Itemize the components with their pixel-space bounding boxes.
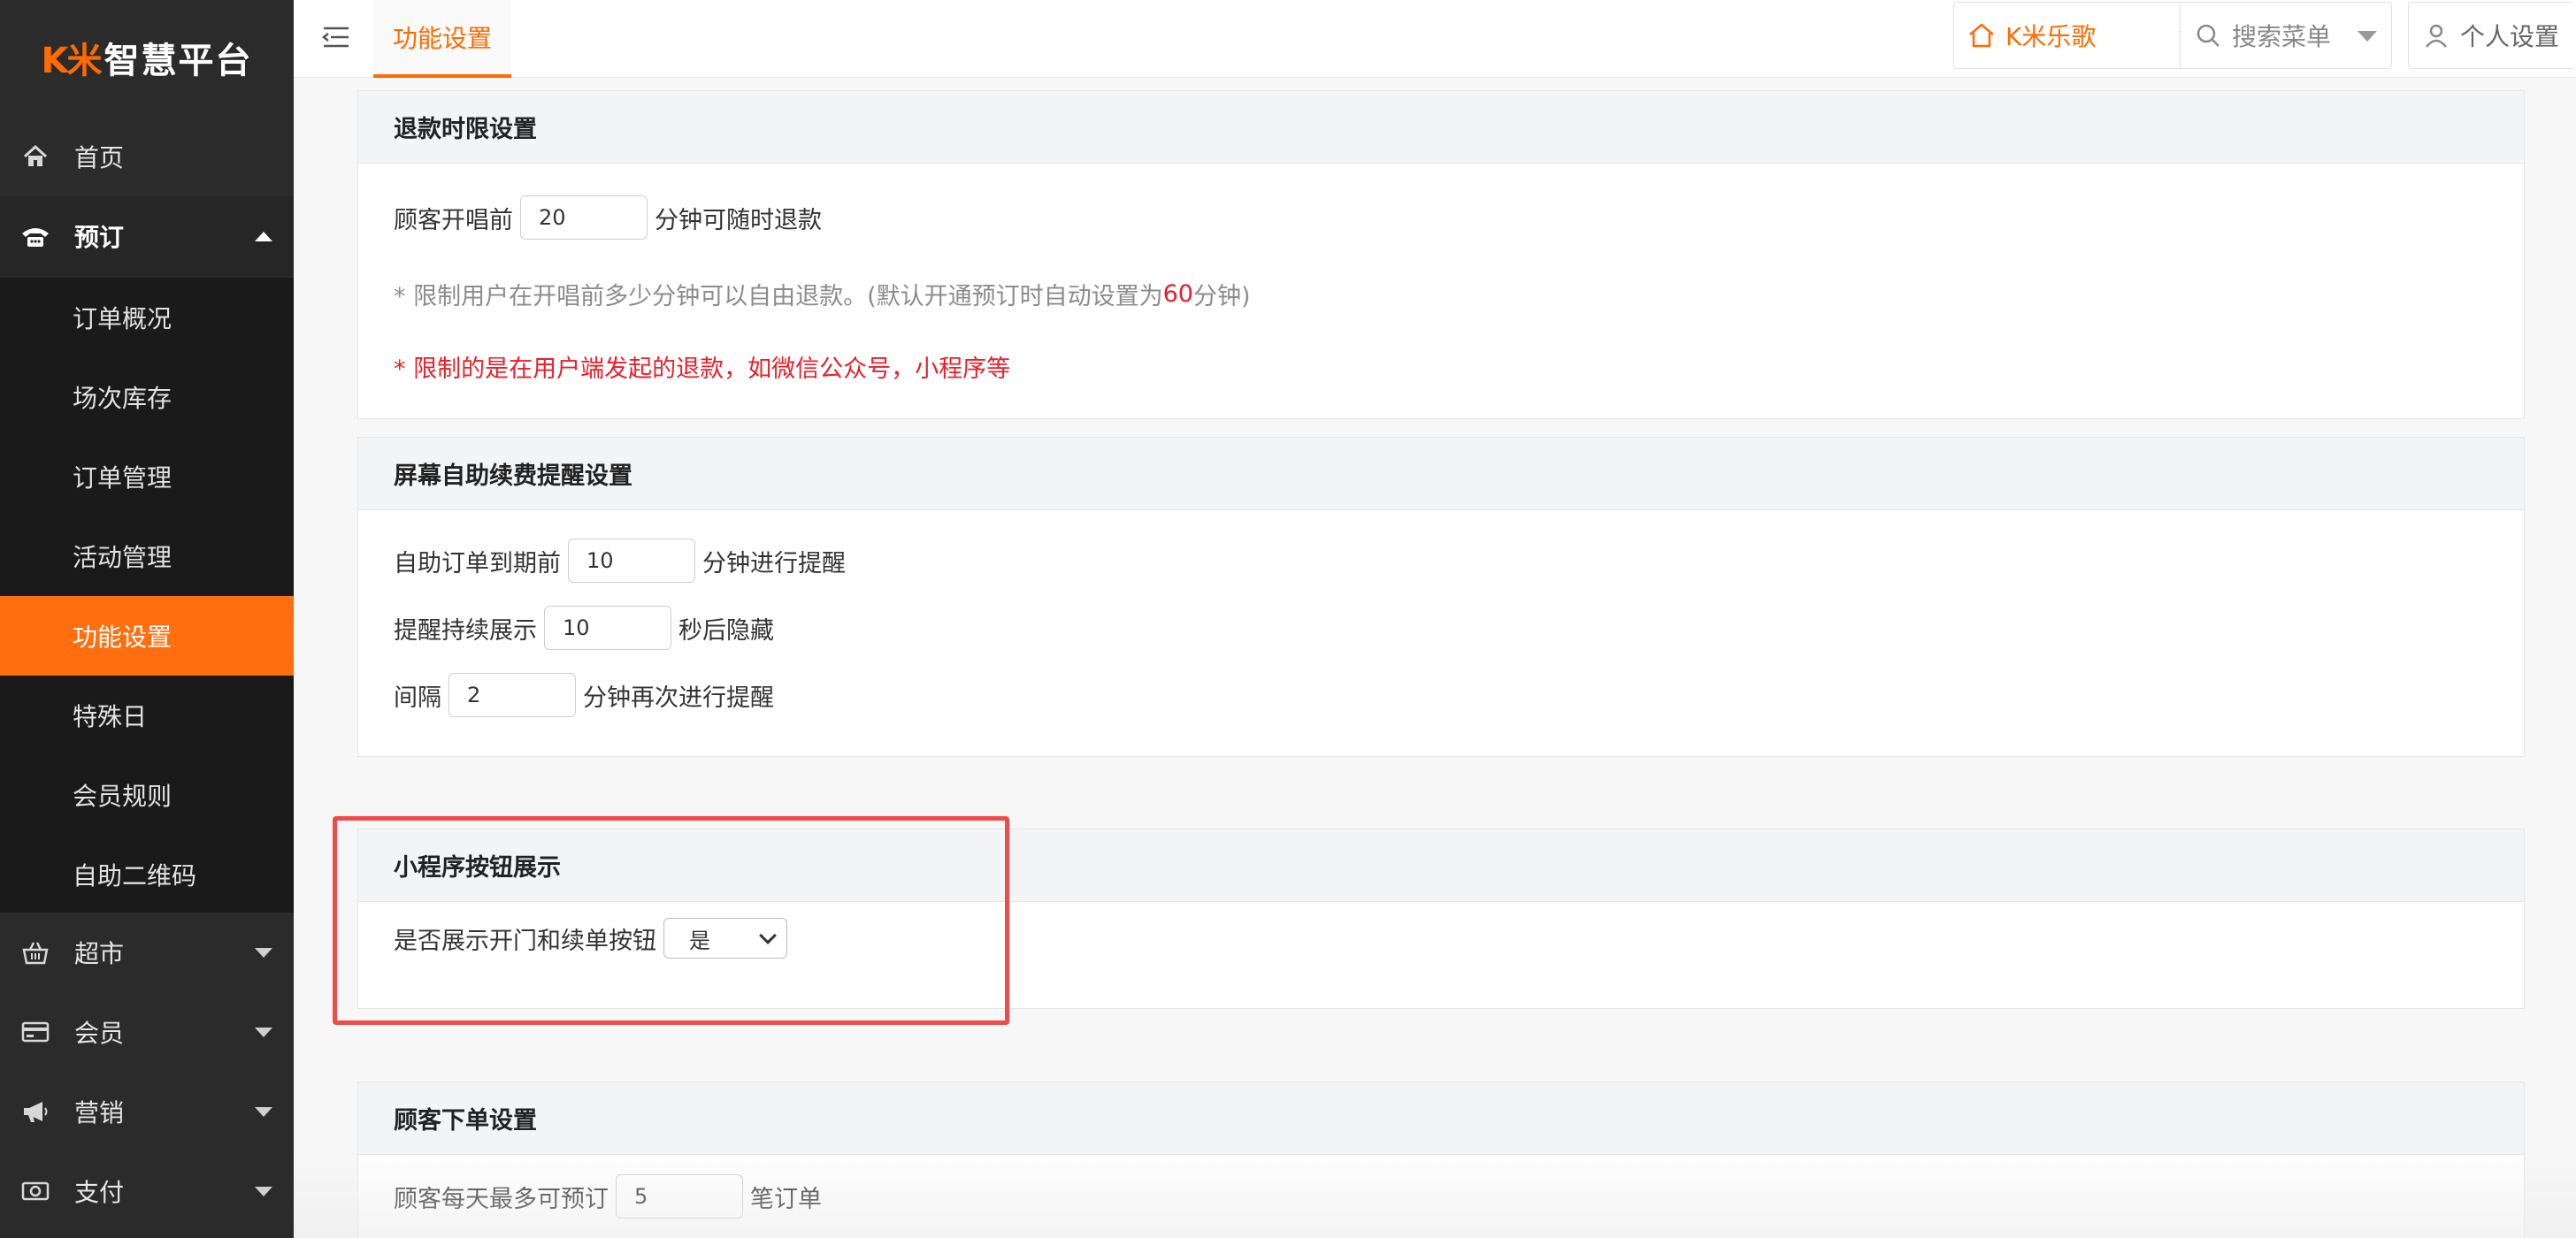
sidebar-item-label: 预订 <box>74 223 125 252</box>
order-limit-suffix: 笔订单 <box>750 1185 822 1213</box>
submenu-item-label: 特殊日 <box>73 702 148 731</box>
reminder-before-row: 自助订单到期前 分钟进行提醒 <box>394 539 846 583</box>
phone-icon <box>19 220 51 252</box>
highlight-annotation <box>333 816 1009 1025</box>
sidebar-item-market[interactable]: 超市 <box>0 913 294 992</box>
refund-suffix: 分钟可随时退款 <box>655 206 822 234</box>
refund-default-value: 60 <box>1162 280 1193 308</box>
sidebar-item-home[interactable]: 首页 <box>0 117 294 196</box>
profile-settings[interactable]: 个人设置 <box>2408 2 2574 69</box>
reminder-duration-prefix: 提醒持续展示 <box>394 616 537 645</box>
chevron-down-icon <box>255 1027 272 1037</box>
submenu-item-activity-management[interactable]: 活动管理 <box>0 516 294 596</box>
submenu-item-label: 活动管理 <box>73 543 172 572</box>
sidebar: K米 智慧平台 首页 预订 订单概况 场次库存 订单管理 活动管理 功能设置 特… <box>0 0 294 1238</box>
submenu-item-label: 功能设置 <box>73 623 172 652</box>
refund-hint: * 限制用户在开唱前多少分钟可以自由退款。(默认开通预订时自动设置为 60 分钟) <box>394 277 1251 311</box>
submenu-item-member-rules[interactable]: 会员规则 <box>0 755 294 835</box>
user-icon <box>2421 20 2451 50</box>
panel-title: 顾客下单设置 <box>358 1082 2524 1155</box>
reminder-before-suffix: 分钟进行提醒 <box>702 549 846 577</box>
reminder-interval-prefix: 间隔 <box>394 684 441 712</box>
logo-mark: K米 <box>41 41 103 81</box>
reminder-duration-row: 提醒持续展示 秒后隐藏 <box>394 606 774 650</box>
reminder-duration-input[interactable] <box>544 606 671 650</box>
refund-hint-text: * 限制用户在开唱前多少分钟可以自由退款。(默认开通预订时自动设置为 <box>394 283 1163 310</box>
megaphone-icon <box>19 1096 51 1127</box>
sidebar-item-marketing[interactable]: 营销 <box>0 1072 294 1151</box>
customer-order-panel: 顾客下单设置 顾客每天最多可预订 笔订单 <box>357 1081 2525 1238</box>
menu-search[interactable]: 搜索菜单 <box>2180 2 2392 69</box>
sidebar-item-label: 营销 <box>74 1098 125 1127</box>
sidebar-item-label: 首页 <box>74 143 125 172</box>
order-limit-row: 顾客每天最多可预订 笔订单 <box>394 1174 822 1219</box>
order-limit-input[interactable] <box>616 1174 743 1219</box>
panel-title: 屏幕自助续费提醒设置 <box>358 438 2524 510</box>
chevron-down-icon <box>255 1106 272 1117</box>
sidebar-item-booking[interactable]: 预订 <box>0 196 294 276</box>
reminder-interval-input[interactable] <box>448 673 576 717</box>
panel-title: 退款时限设置 <box>358 91 2524 164</box>
submenu-item-label: 会员规则 <box>73 782 172 811</box>
sidebar-item-label: 超市 <box>74 939 125 968</box>
store-selector[interactable]: K米乐歌 <box>1953 2 2213 69</box>
refund-minutes-input[interactable] <box>520 195 648 240</box>
store-name: K米乐歌 <box>2005 22 2097 51</box>
tab-feature-settings[interactable]: 功能设置 <box>373 0 512 78</box>
refund-prefix: 顾客开唱前 <box>394 206 513 234</box>
submenu-item-label: 场次库存 <box>73 384 172 413</box>
submenu-item-label: 订单概况 <box>73 304 172 333</box>
logo[interactable]: K米 智慧平台 <box>0 0 294 115</box>
order-limit-prefix: 顾客每天最多可预订 <box>394 1185 609 1213</box>
refund-hint-end: 分钟) <box>1192 283 1251 310</box>
menu-toggle-icon[interactable] <box>320 21 352 53</box>
reminder-duration-suffix: 秒后隐藏 <box>678 616 774 645</box>
reminder-before-input[interactable] <box>568 539 695 583</box>
refund-warning-text: * 限制的是在用户端发起的退款，如微信公众号，小程序等 <box>394 355 1011 383</box>
submenu-item-self-service-qr[interactable]: 自助二维码 <box>0 835 294 914</box>
reminder-interval-suffix: 分钟再次进行提醒 <box>583 684 774 712</box>
sidebar-item-label: 会员 <box>74 1019 125 1048</box>
search-placeholder: 搜索菜单 <box>2232 22 2332 51</box>
sidebar-item-member[interactable]: 会员 <box>0 992 294 1072</box>
refund-row: 顾客开唱前 分钟可随时退款 <box>394 195 822 240</box>
card-icon <box>19 1016 51 1048</box>
reminder-interval-row: 间隔 分钟再次进行提醒 <box>394 673 774 717</box>
search-icon <box>2193 20 2223 50</box>
booking-submenu: 订单概况 场次库存 订单管理 活动管理 功能设置 特殊日 会员规则 自助二维码 <box>0 278 294 913</box>
submenu-item-label: 订单管理 <box>73 463 172 493</box>
submenu-item-feature-settings[interactable]: 功能设置 <box>0 596 294 676</box>
reminder-before-prefix: 自助订单到期前 <box>394 549 561 577</box>
renewal-reminder-panel: 屏幕自助续费提醒设置 自助订单到期前 分钟进行提醒 提醒持续展示 秒后隐藏 间隔… <box>357 437 2525 757</box>
profile-label: 个人设置 <box>2460 22 2560 51</box>
submenu-item-label: 自助二维码 <box>73 861 197 890</box>
money-icon <box>19 1175 51 1207</box>
submenu-item-session-stock[interactable]: 场次库存 <box>0 357 294 437</box>
logo-text: 智慧平台 <box>104 41 253 81</box>
home-icon <box>19 141 51 172</box>
sidebar-item-payment[interactable]: 支付 <box>0 1151 294 1231</box>
submenu-item-special-days[interactable]: 特殊日 <box>0 676 294 755</box>
refund-warning: * 限制的是在用户端发起的退款，如微信公众号，小程序等 <box>394 349 1010 384</box>
top-bar: 功能设置 K米乐歌 搜索菜单 个人设置 <box>294 0 2576 78</box>
basket-icon <box>19 936 51 968</box>
refund-limit-panel: 退款时限设置 顾客开唱前 分钟可随时退款 * 限制用户在开唱前多少分钟可以自由退… <box>357 90 2525 419</box>
chevron-down-icon <box>255 947 272 958</box>
chevron-down-icon <box>2358 31 2377 42</box>
home-icon <box>1966 20 1997 50</box>
chevron-down-icon <box>255 1186 272 1196</box>
submenu-item-order-management[interactable]: 订单管理 <box>0 437 294 516</box>
chevron-up-icon <box>255 231 272 241</box>
sidebar-item-label: 支付 <box>74 1178 125 1207</box>
submenu-item-order-overview[interactable]: 订单概况 <box>0 278 294 357</box>
